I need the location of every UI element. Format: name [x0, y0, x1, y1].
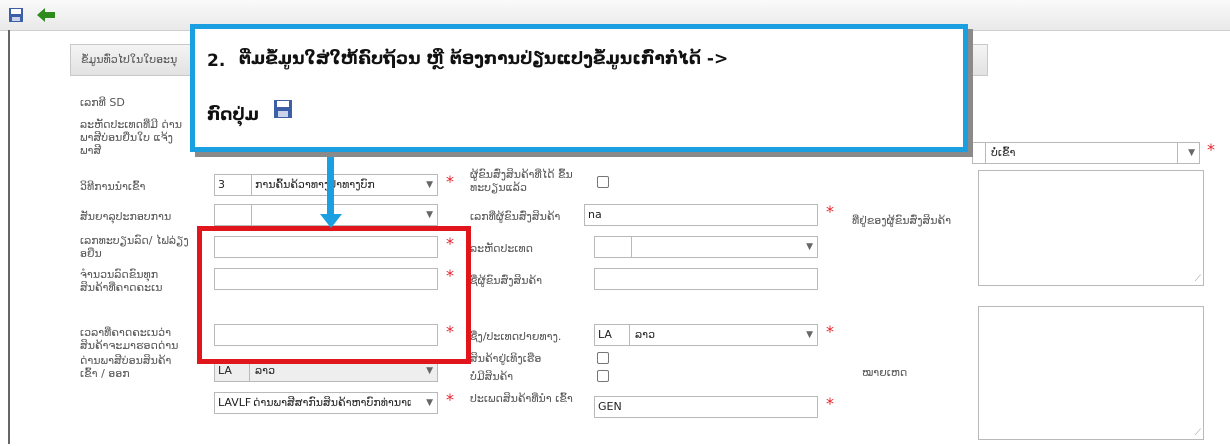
- instruction-callout: 2. ຕື່ມຂໍ້ມູນໃສ່ໃຫ້ຄົບຖ້ວນ ຫຼື ຕ້ອງການປ່…: [190, 24, 968, 152]
- no-goods-checkbox[interactable]: [597, 370, 609, 382]
- importer-id-label: ເລກທີ່ຜູ້ຂົນສົ່ງສິນຄ້າ: [470, 210, 561, 223]
- required-mark: *: [826, 394, 834, 413]
- callout-arrow-head: [320, 214, 342, 228]
- reg-number-label: ເລກທະບຽນລົດ/ ໄຟລ່ຽງອຍືນ: [80, 234, 189, 260]
- stored-checkbox[interactable]: [597, 352, 609, 364]
- chevron-down-icon: ▼: [426, 180, 433, 190]
- arrival-label: ເວລາທີ່ຄາດຄະເນວ່າ ສິນຄ້າຈະມາຮອດດ່ານ: [80, 326, 179, 352]
- remarks-label: ໝາຍເຫດ: [862, 366, 908, 379]
- business-type-label: ສັນຍາລຸປະກອບການ: [80, 210, 172, 223]
- border-post-select[interactable]: LAVLF ດ່ານພາສີສາກົນສິນຄ້າຫາບົກທ່ານາແລ້ງ …: [214, 392, 438, 414]
- address-textarea[interactable]: ⟋: [978, 170, 1204, 286]
- panel-title: ຂໍ້ມູນທົ່ວໄປໃນໃບອະນຸ: [81, 53, 178, 66]
- checkpoint-select[interactable]: ບໍ່ເຂົ້າ ▼: [972, 142, 1200, 164]
- quantity-label: ຈຳນວນລົດຂົນທຸກ ສິນຄ້າທີ່ຄາດຄະເນ: [80, 268, 163, 294]
- required-mark: *: [1207, 140, 1215, 159]
- goods-type-label: ປະເພດສິນຄ້າທີ່ນຳ ເຂົ້າ: [470, 392, 573, 405]
- resize-grip-icon: ⟋: [1194, 274, 1201, 284]
- sd-label: ເລກທີ SD: [80, 96, 125, 109]
- chevron-down-icon: ▼: [806, 330, 813, 340]
- importer-name-label: ຊື່ຜູ້ຂົນສົ່ງສິນຄ້າ: [470, 274, 542, 287]
- country-code-select[interactable]: ▼: [594, 236, 818, 258]
- required-mark: *: [446, 390, 454, 409]
- chevron-down-icon: ▼: [1188, 148, 1195, 158]
- chevron-down-icon: ▼: [426, 366, 433, 376]
- goods-type-input[interactable]: GEN: [594, 396, 818, 418]
- remarks-textarea[interactable]: ⟋: [978, 306, 1204, 440]
- callout-text-line1: ຕື່ມຂໍ້ມູນໃສ່ໃຫ້ຄົບຖ້ວນ ຫຼື ຕ້ອງການປ່ຽນແ…: [239, 49, 729, 69]
- back-arrow-icon[interactable]: [36, 6, 56, 24]
- import-method-select[interactable]: 3 ການຄົ້ນຄ້ວາທາງປ່າທາງບົກ ▼: [214, 174, 438, 196]
- chevron-down-icon: ▼: [806, 242, 813, 252]
- save-icon: [274, 100, 292, 118]
- border-post-label: ດ່ານພາສີບ່ອນສິນຄ້າ ເຂົ້າ / ອອກ: [80, 354, 172, 380]
- address-label: ທີ່ຢູ່ຂອງຜູ້ຂົນສົ່ງສິນຄ້າ: [852, 214, 952, 227]
- required-mark: *: [826, 202, 834, 221]
- importer-name-input[interactable]: [594, 268, 818, 290]
- import-method-label: ວິທີການນຳເຂົ້າ: [80, 180, 146, 193]
- checkpoint-label: ລະຫັດປະເທດທີ່ມີ ດ່ານພາສີບ່ອນຍື່ນໃບ ແຈ້ງພ…: [80, 118, 182, 157]
- save-icon[interactable]: [8, 7, 24, 23]
- callout-arrow: [327, 152, 334, 220]
- callout-step-number: 2.: [207, 51, 226, 71]
- chevron-down-icon: ▼: [426, 398, 433, 408]
- importer-registered-label: ຜູ້ຂົນສົ່ງສິນຄ້າທີ່ໄດ້ ຂຶ້ນທະບຽນແລ້ວ: [470, 168, 573, 194]
- stored-label: ສິນຄ້າຢູ່ເທິງເຮືອ: [470, 352, 542, 365]
- country-code-label: ລະຫັດປະເທດ: [470, 242, 533, 255]
- chevron-down-icon: ▼: [426, 210, 433, 220]
- no-goods-label: ບໍ່ມີສິນຄ້າ: [470, 370, 514, 383]
- resize-grip-icon: ⟋: [1194, 428, 1201, 438]
- callout-text-line2: ກົດປຸ່ມ: [207, 105, 260, 125]
- dest-country-select[interactable]: LA ລາວ ▼: [594, 324, 818, 346]
- required-mark: *: [446, 172, 454, 191]
- required-mark: *: [826, 322, 834, 341]
- highlight-box: [197, 226, 471, 364]
- dest-country-label: ຊື່ງ/ປະເທດປາຍທາງ.: [470, 330, 562, 343]
- importer-id-input[interactable]: na: [584, 204, 818, 226]
- importer-registered-checkbox[interactable]: [597, 176, 609, 188]
